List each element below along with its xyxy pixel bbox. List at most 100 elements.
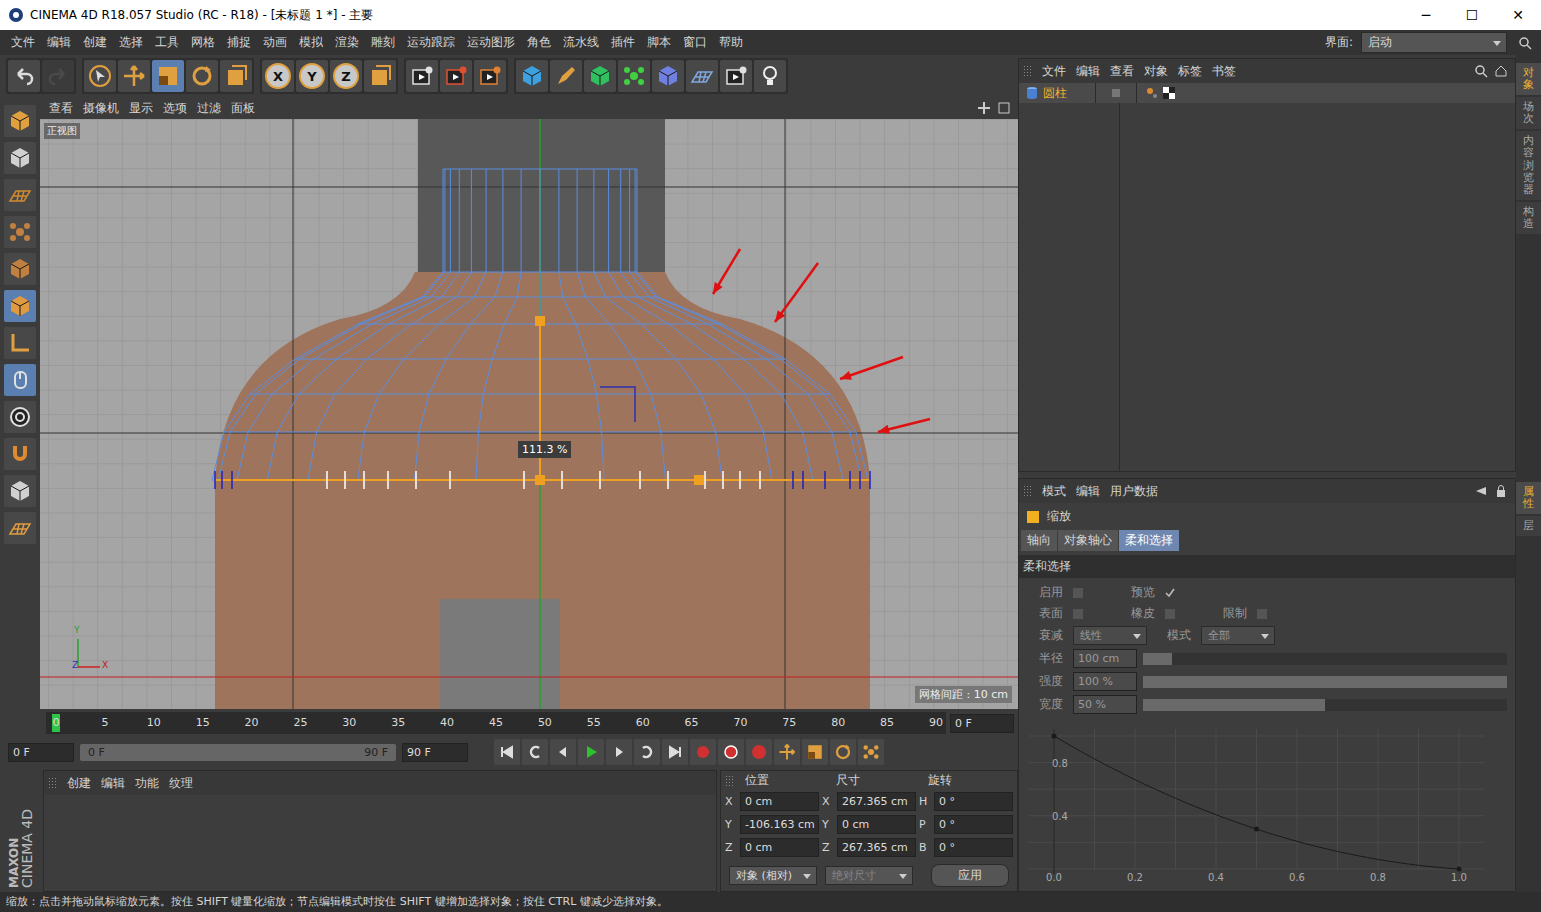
dock-tab[interactable]: 场次 bbox=[1516, 97, 1541, 129]
attribute-tab[interactable]: 柔和选择 bbox=[1119, 530, 1179, 551]
cloner-button[interactable] bbox=[618, 60, 650, 92]
menu-item[interactable]: 选择 bbox=[114, 34, 148, 51]
window-control[interactable]: ✕ bbox=[1495, 0, 1541, 30]
axis-lock-button[interactable]: X bbox=[262, 60, 294, 92]
navigate-icon[interactable] bbox=[977, 101, 991, 115]
attribute-tab[interactable]: 轴向 bbox=[1021, 530, 1057, 551]
cube-button[interactable] bbox=[516, 60, 548, 92]
key-points-button[interactable] bbox=[858, 739, 884, 765]
scale-handle[interactable] bbox=[215, 316, 870, 489]
planar-mode-button[interactable] bbox=[4, 512, 36, 544]
dock-tab[interactable]: 对象 bbox=[1516, 63, 1541, 95]
object-menu-item[interactable]: 查看 bbox=[1105, 63, 1139, 80]
home-icon[interactable] bbox=[1494, 64, 1508, 78]
search-icon[interactable] bbox=[1474, 64, 1488, 78]
camera-button[interactable] bbox=[720, 60, 752, 92]
axis-lock-button[interactable]: Y bbox=[296, 60, 328, 92]
goto-start-button[interactable] bbox=[494, 739, 520, 765]
key-rotate-button[interactable] bbox=[830, 739, 856, 765]
attribute-menu-item[interactable]: 模式 bbox=[1037, 483, 1071, 500]
axis-mode-button[interactable] bbox=[4, 327, 36, 359]
workplane-mode-button[interactable] bbox=[4, 179, 36, 211]
menu-item[interactable]: 捕捉 bbox=[222, 34, 256, 51]
checkbox[interactable]: 启用 bbox=[1039, 584, 1111, 601]
menu-item[interactable]: 帮助 bbox=[714, 34, 748, 51]
record-button[interactable] bbox=[690, 739, 716, 765]
axis-lock-button[interactable]: Z bbox=[330, 60, 362, 92]
viewport-menu-item[interactable]: 查看 bbox=[44, 100, 78, 117]
points-mode-button[interactable] bbox=[4, 216, 36, 248]
slider-field[interactable]: 50 % bbox=[1073, 695, 1137, 714]
lock-icon[interactable] bbox=[1494, 484, 1508, 498]
coordinate-mode-dropdown[interactable]: 对象 (相对) bbox=[729, 866, 817, 885]
lock-mode-button[interactable] bbox=[4, 475, 36, 507]
menu-item[interactable]: 创建 bbox=[78, 34, 112, 51]
tweak-mode-button[interactable] bbox=[4, 364, 36, 396]
texture-mode-button[interactable] bbox=[4, 142, 36, 174]
viewport-canvas[interactable]: 正视图 111.3 % Y Z X 网格间距 : 10 cm bbox=[40, 119, 1018, 709]
size-field[interactable]: 267.365 cm bbox=[837, 792, 916, 811]
rotation-field[interactable]: 0 ° bbox=[934, 838, 1013, 857]
menu-item[interactable]: 窗口 bbox=[678, 34, 712, 51]
rotate-tool[interactable] bbox=[186, 60, 218, 92]
polygons-mode-button[interactable] bbox=[4, 290, 36, 322]
attribute-tab[interactable]: 对象轴心 bbox=[1058, 530, 1118, 551]
key-move-button[interactable] bbox=[774, 739, 800, 765]
window-control[interactable]: ─ bbox=[1403, 0, 1449, 30]
material-menu-item[interactable]: 创建 bbox=[62, 775, 96, 792]
dropdown[interactable]: 全部 bbox=[1201, 626, 1275, 645]
viewport-menu-item[interactable]: 过滤 bbox=[192, 100, 226, 117]
select-tool[interactable] bbox=[84, 60, 116, 92]
size-field[interactable]: 0 cm bbox=[837, 815, 916, 834]
menu-item[interactable]: 角色 bbox=[522, 34, 556, 51]
end-frame-field[interactable]: 90 F bbox=[402, 743, 468, 762]
deformer-button[interactable] bbox=[652, 60, 684, 92]
menu-item[interactable]: 动画 bbox=[258, 34, 292, 51]
goto-end-button[interactable] bbox=[662, 739, 688, 765]
light-button[interactable] bbox=[754, 60, 786, 92]
menu-item[interactable]: 工具 bbox=[150, 34, 184, 51]
attribute-menu-item[interactable]: 用户数据 bbox=[1105, 483, 1163, 500]
menu-item[interactable]: 文件 bbox=[6, 34, 40, 51]
dock-tab[interactable]: 层 bbox=[1516, 516, 1541, 536]
position-field[interactable]: 0 cm bbox=[740, 838, 819, 857]
timeline-ruler[interactable]: 051015202530354045505560657075808590 bbox=[46, 712, 946, 734]
menu-item[interactable]: 编辑 bbox=[42, 34, 76, 51]
menu-item[interactable]: 流水线 bbox=[558, 34, 604, 51]
menu-item[interactable]: 运动跟踪 bbox=[402, 34, 460, 51]
current-frame-field[interactable]: 0 F bbox=[950, 714, 1014, 733]
slider-track[interactable] bbox=[1143, 676, 1507, 688]
menu-item[interactable]: 脚本 bbox=[642, 34, 676, 51]
apply-button[interactable]: 应用 bbox=[931, 864, 1009, 887]
pen-button[interactable] bbox=[550, 60, 582, 92]
position-field[interactable]: 0 cm bbox=[740, 792, 819, 811]
viewport-menu-item[interactable]: 选项 bbox=[158, 100, 192, 117]
checkbox[interactable]: 表面 bbox=[1039, 605, 1111, 622]
dock-tab[interactable]: 构造 bbox=[1516, 202, 1541, 234]
autokey-button[interactable] bbox=[718, 739, 744, 765]
search-icon[interactable] bbox=[1518, 36, 1532, 50]
falloff-graph[interactable]: 0.80.40.00.20.40.60.81.0 bbox=[1029, 724, 1484, 884]
undo-button[interactable] bbox=[8, 60, 40, 92]
menu-item[interactable]: 运动图形 bbox=[462, 34, 520, 51]
start-frame-field[interactable]: 0 F bbox=[8, 743, 74, 762]
cylinder-mesh[interactable] bbox=[212, 169, 868, 480]
object-menu-item[interactable]: 编辑 bbox=[1071, 63, 1105, 80]
window-control[interactable]: ☐ bbox=[1449, 0, 1495, 30]
size-mode-dropdown[interactable]: 绝对尺寸 bbox=[825, 866, 913, 885]
object-row[interactable]: 圆柱 bbox=[1019, 83, 1515, 103]
edges-mode-button[interactable] bbox=[4, 253, 36, 285]
next-frame-button[interactable] bbox=[606, 739, 632, 765]
menu-item[interactable]: 模拟 bbox=[294, 34, 328, 51]
slider-track[interactable] bbox=[1143, 653, 1507, 665]
layout-dropdown[interactable]: 启动 bbox=[1361, 32, 1507, 53]
object-menu-item[interactable]: 标签 bbox=[1173, 63, 1207, 80]
dock-tab[interactable]: 属性 bbox=[1516, 482, 1541, 514]
recent-tool[interactable] bbox=[220, 60, 252, 92]
prev-key-button[interactable] bbox=[522, 739, 548, 765]
render-button[interactable] bbox=[440, 60, 472, 92]
floor-button[interactable] bbox=[686, 60, 718, 92]
keyframe-help-button[interactable] bbox=[746, 739, 772, 765]
checkbox[interactable]: 预览 bbox=[1131, 584, 1203, 601]
slider-track[interactable] bbox=[1143, 699, 1507, 711]
